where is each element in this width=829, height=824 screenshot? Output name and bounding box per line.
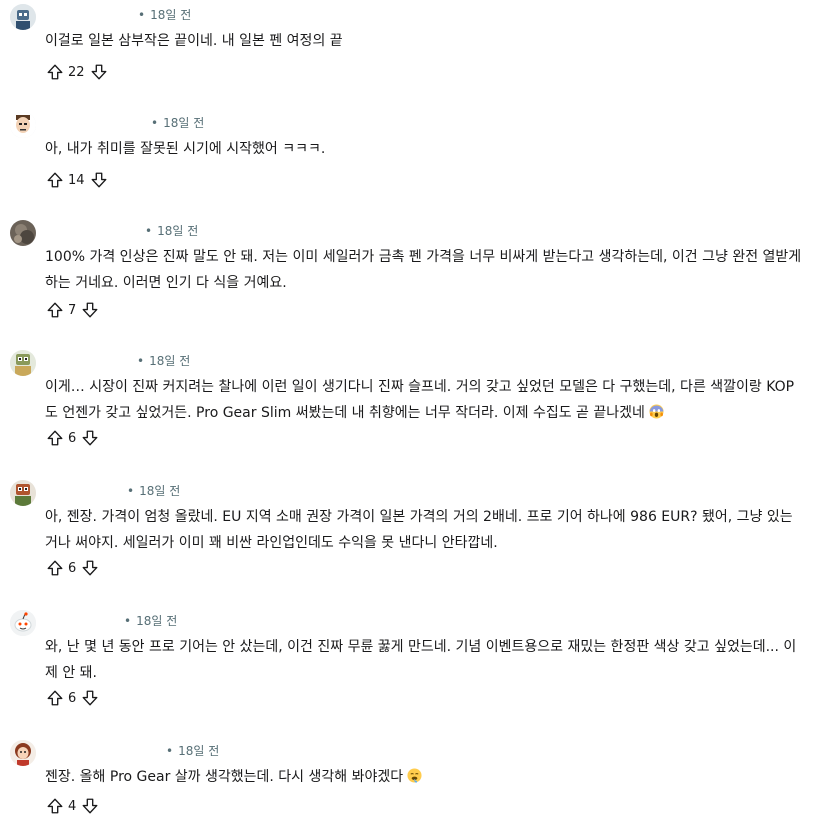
screaming-face-emoji-icon (649, 404, 664, 419)
photo-avatar-icon (10, 220, 36, 246)
comment-text: 아, 젠장. 가격이 엄청 올랐네. EU 지역 소매 권장 가격이 일본 가격… (45, 509, 793, 551)
arrow-down-icon (91, 64, 106, 80)
user-avatar[interactable] (10, 112, 36, 138)
vote-bar: 6 (45, 428, 100, 448)
upvote-button[interactable] (45, 796, 65, 816)
arrow-down-icon (91, 172, 106, 188)
arrow-up-icon (47, 172, 63, 188)
comment-time: 18일 전 (139, 484, 181, 498)
downvote-button[interactable] (80, 796, 100, 816)
face-avatar-icon (10, 112, 36, 138)
comment-meta: • 18일 전 (138, 8, 192, 22)
comment-meta: • 18일 전 (137, 354, 191, 368)
comment-text: 와, 난 몇 년 동안 프로 기어는 안 샀는데, 이건 진짜 무륜 꿇게 만드… (45, 639, 797, 681)
downvote-button[interactable] (89, 62, 109, 82)
comment-text-content: 젠장. 올해 Pro Gear 살까 생각했는데. 다시 생각해 봐야겠다 (45, 769, 404, 785)
comment-meta: • 18일 전 (127, 484, 181, 498)
comment-text-content: 이게… 시장이 진짜 커지려는 찰나에 이런 일이 생기다니 진짜 슬프네. 거… (45, 379, 795, 421)
vote-bar: 4 (45, 796, 100, 816)
comment-time: 18일 전 (163, 116, 205, 130)
girl-avatar-icon (10, 740, 36, 766)
downvote-button[interactable] (80, 428, 100, 448)
comment-text: 이걸로 일본 삼부작은 끝이네. 내 일본 펜 여정의 끝 (45, 33, 343, 49)
upvote-button[interactable] (45, 688, 65, 708)
arrow-down-icon (82, 690, 98, 706)
arrow-up-icon (47, 798, 63, 814)
arrow-up-icon (47, 690, 63, 706)
vote-bar: 6 (45, 558, 100, 578)
arrow-up-icon (47, 302, 63, 318)
robot-avatar-icon (10, 350, 36, 376)
comment-text: 이게… 시장이 진짜 커지려는 찰나에 이런 일이 생기다니 진짜 슬프네. 거… (45, 374, 805, 426)
user-avatar[interactable] (10, 610, 36, 636)
arrow-up-icon (47, 560, 63, 576)
user-avatar[interactable] (10, 350, 36, 376)
comment-time: 18일 전 (136, 614, 178, 628)
arrow-down-icon (82, 798, 98, 814)
arrow-down-icon (82, 560, 98, 576)
vote-count: 6 (68, 430, 77, 446)
robot-avatar-icon (10, 480, 36, 506)
downvote-button[interactable] (80, 300, 100, 320)
downvote-button[interactable] (89, 170, 109, 190)
arrow-up-icon (47, 64, 63, 80)
vote-bar: 14 (45, 170, 109, 190)
comment-text: 아, 내가 취미를 잘못된 시기에 시작했어 ㅋㅋㅋ. (45, 141, 326, 157)
vote-bar: 6 (45, 688, 100, 708)
vote-bar: 7 (45, 300, 100, 320)
upvote-button[interactable] (45, 428, 65, 448)
upvote-button[interactable] (45, 62, 65, 82)
user-avatar[interactable] (10, 220, 36, 246)
comment-meta: • 18일 전 (151, 116, 205, 130)
comment-time: 18일 전 (178, 744, 220, 758)
downvote-button[interactable] (80, 558, 100, 578)
user-avatar[interactable] (10, 480, 36, 506)
user-avatar[interactable] (10, 4, 36, 30)
comment-time: 18일 전 (157, 224, 199, 238)
robot-avatar-icon (10, 4, 36, 30)
vote-count: 6 (68, 690, 77, 706)
comment-meta: • 18일 전 (166, 744, 220, 758)
comment-text: 젠장. 올해 Pro Gear 살까 생각했는데. 다시 생각해 봐야겠다 (45, 764, 805, 790)
comment-meta: • 18일 전 (145, 224, 199, 238)
vote-count: 4 (68, 798, 77, 814)
user-avatar[interactable] (10, 740, 36, 766)
comment-time: 18일 전 (149, 354, 191, 368)
upvote-button[interactable] (45, 558, 65, 578)
vote-bar: 22 (45, 62, 109, 82)
downvote-button[interactable] (80, 688, 100, 708)
arrow-down-icon (82, 430, 98, 446)
vote-count: 6 (68, 560, 77, 576)
comment-time: 18일 전 (150, 8, 192, 22)
vote-count: 7 (68, 302, 77, 318)
arrow-down-icon (82, 302, 98, 318)
arrow-up-icon (47, 430, 63, 446)
comment-meta: • 18일 전 (124, 614, 178, 628)
upvote-button[interactable] (45, 170, 65, 190)
upvote-button[interactable] (45, 300, 65, 320)
drooling-face-emoji-icon (407, 768, 422, 783)
comment-text: 100% 가격 인상은 진짜 말도 안 돼. 저는 이미 세일러가 금촉 펜 가… (45, 249, 802, 291)
alien-avatar-icon (10, 610, 36, 636)
vote-count: 14 (68, 172, 85, 188)
vote-count: 22 (68, 64, 85, 80)
